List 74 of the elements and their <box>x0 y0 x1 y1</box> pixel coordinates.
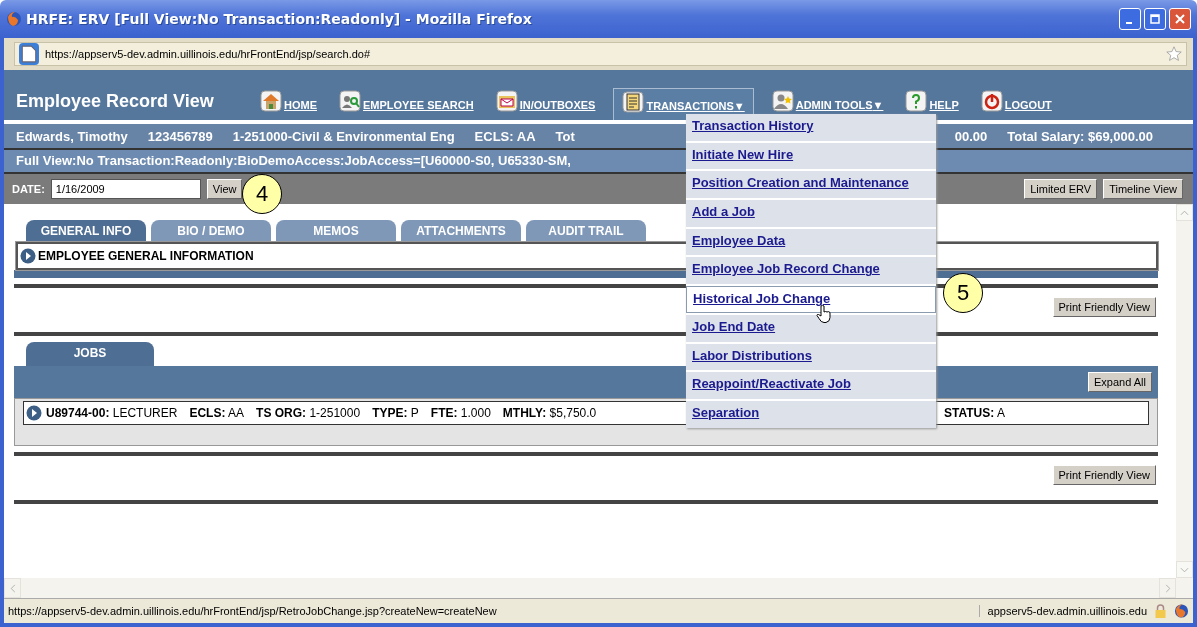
job-field: TS ORG: 1-251000 <box>256 406 361 420</box>
menu-item[interactable]: Employee Data <box>686 228 936 256</box>
job-field: STATUS: A <box>944 406 1005 420</box>
document-icon <box>622 91 645 113</box>
employee-field: 1-251000-Civil & Environmental Eng <box>232 128 455 144</box>
close-button[interactable] <box>1169 8 1191 30</box>
house-icon <box>260 90 282 112</box>
job-field: MTHLY: $5,750.0 <box>502 406 597 420</box>
nav-link[interactable]: EMPLOYEE SEARCH <box>335 88 478 114</box>
job-field: TYPE: P <box>372 406 419 420</box>
jobs-tab[interactable]: JOBS <box>26 342 154 366</box>
bookmark-star-icon[interactable] <box>1166 46 1182 62</box>
job-field: ECLS: AA <box>189 406 245 420</box>
job-field: FTE: 1.000 <box>430 406 491 420</box>
maximize-icon <box>1150 14 1160 24</box>
date-label: DATE: <box>12 183 45 195</box>
minimize-icon <box>1125 22 1132 24</box>
status-host: appserv5-dev.admin.uillinois.edu <box>978 605 1147 617</box>
page-icon <box>19 43 39 65</box>
scroll-right-icon[interactable] <box>1164 583 1171 593</box>
scroll-up-icon[interactable] <box>1180 209 1189 216</box>
horizontal-scrollbar[interactable] <box>4 578 1193 598</box>
employee-field: Total Salary: $69,000.00 <box>1007 128 1153 144</box>
scroll-down-icon[interactable] <box>1180 566 1189 573</box>
view-mode-button[interactable]: Timeline View <box>1103 179 1183 199</box>
browser-logo-icon <box>1174 603 1189 619</box>
address-bar[interactable]: https://appserv5-dev.admin.uillinois.edu/hrFrontEnd/jsp/search.do# <box>14 42 1187 66</box>
menu-item[interactable]: Initiate New Hire <box>686 142 936 170</box>
menu-item[interactable]: Transaction History <box>686 114 936 141</box>
menu-item[interactable]: Add a Job <box>686 200 936 227</box>
menu-item[interactable]: Employee Job Record Change <box>686 257 936 285</box>
employee-field: 123456789 <box>147 128 213 144</box>
menu-item[interactable]: Separation <box>686 400 936 428</box>
maximize-button[interactable] <box>1144 8 1166 30</box>
tab[interactable]: GENERAL INFO <box>26 220 146 242</box>
people-search-icon <box>339 90 361 112</box>
expand-icon[interactable] <box>20 248 36 264</box>
view-button[interactable]: View <box>206 179 243 199</box>
expand-all-button[interactable]: Expand All <box>1088 372 1152 392</box>
power-icon <box>980 90 1003 112</box>
status-url: https://appserv5-dev.admin.uillinois.edu/hrFrontEnd/jsp/RetroJobChange.jsp?createNew=createNew <box>8 605 498 617</box>
minimize-button[interactable] <box>1119 8 1141 30</box>
scroll-left-icon[interactable] <box>9 583 16 593</box>
nav-link[interactable]: ADMIN TOOLS▼ <box>767 88 888 114</box>
menu-item[interactable]: Labor Distributions <box>686 343 936 371</box>
menu-item[interactable]: Job End Date <box>686 314 936 342</box>
view-mode-button[interactable]: Limited ERV <box>1024 179 1098 199</box>
close-icon <box>1175 14 1185 24</box>
nav-link[interactable]: IN/OUTBOXES <box>491 88 600 114</box>
nav-link[interactable]: HOME <box>256 88 321 114</box>
menu-item[interactable]: Position Creation and Maintenance <box>686 171 936 199</box>
expand-icon[interactable] <box>26 405 42 421</box>
print-button[interactable]: Print Friendly View <box>1052 465 1156 485</box>
nav-link[interactable]: LOGOUT <box>976 88 1056 114</box>
menu-item[interactable]: Reappoint/Reactivate Job <box>686 372 936 399</box>
section-title: EMPLOYEE GENERAL INFORMATION <box>38 249 254 263</box>
menu-item[interactable]: Historical Job Change <box>686 286 936 313</box>
envelope-folder-icon <box>495 90 518 112</box>
employee-field: Edwards, Timothy <box>16 128 128 144</box>
step-callout: 5 <box>943 273 983 313</box>
nav-link[interactable]: HELP <box>901 88 963 114</box>
help-icon <box>905 90 928 112</box>
print-button[interactable]: Print Friendly View <box>1052 297 1156 317</box>
window-title: HRFE: ERV [Full View:No Transaction:Readonly] - Mozilla Firefox <box>26 11 532 27</box>
employee-field: Tot <box>555 128 575 144</box>
vertical-scrollbar[interactable] <box>1176 204 1193 578</box>
app-title: Employee Record View <box>16 91 215 113</box>
browser-logo-icon <box>6 11 22 27</box>
lock-icon <box>1153 603 1168 619</box>
nav-link[interactable]: TRANSACTIONS▼ <box>613 88 754 120</box>
employee-field: 00.00 <box>954 128 988 144</box>
employee-field: ECLS: AA <box>474 128 536 144</box>
job-field: U89744-00: LECTURER <box>46 406 178 420</box>
date-field[interactable]: 1/16/2009 <box>50 179 201 199</box>
